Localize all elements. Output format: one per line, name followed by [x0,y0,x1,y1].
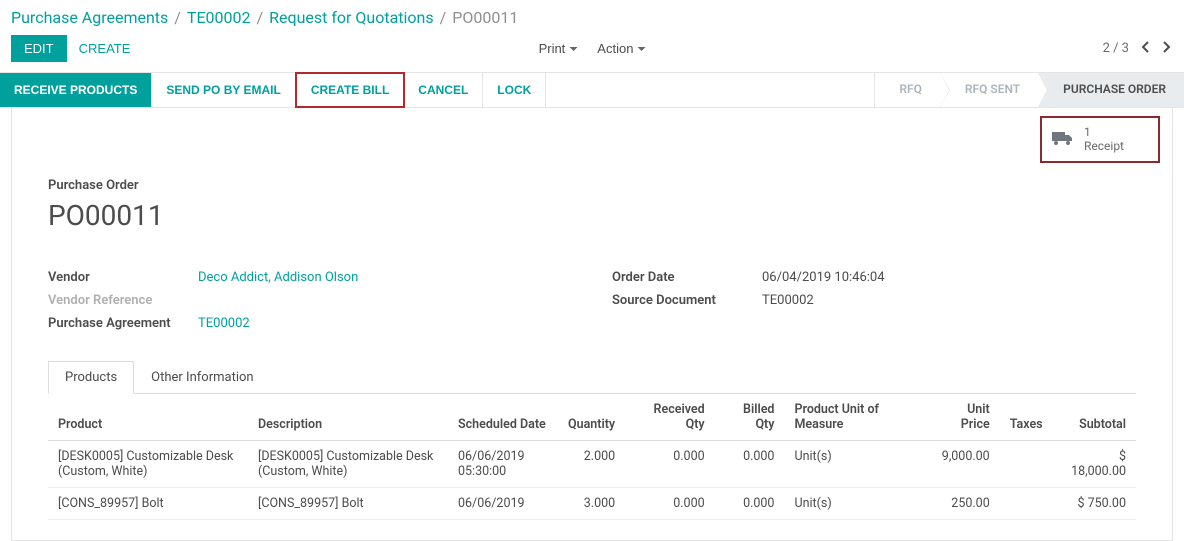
breadcrumb-link[interactable]: Purchase Agreements [11,8,168,27]
cell-subtotal: $ 750.00 [1053,488,1136,520]
lock-button[interactable]: LOCK [483,73,546,107]
cell-uom: Unit(s) [784,488,926,520]
page-title-label: Purchase Order [48,178,1136,193]
cell-quantity: 2.000 [558,441,625,488]
cell-quantity: 3.000 [558,488,625,520]
receipt-stat-button[interactable]: 1 Receipt [1040,116,1160,163]
col-quantity[interactable]: Quantity [558,394,625,441]
cell-description: [DESK0005] Customizable Desk (Custom, Wh… [248,441,448,488]
col-uom[interactable]: Product Unit of Measure [784,394,926,441]
send-po-button[interactable]: SEND PO BY EMAIL [152,73,295,107]
vendor-value[interactable]: Deco Addict, Addison Olson [198,270,358,285]
breadcrumb-sep: / [257,8,264,27]
prev-button[interactable] [1139,39,1151,59]
cell-product: [DESK0005] Customizable Desk (Custom, Wh… [48,441,248,488]
table-header-row: Product Description Scheduled Date Quant… [48,394,1136,441]
caret-down-icon [569,47,577,51]
action-label: Action [597,41,633,56]
cell-subtotal: $ 18,000.00 [1053,441,1136,488]
cell-billed-qty: 0.000 [715,488,785,520]
print-label: Print [539,41,566,56]
order-date-label: Order Date [612,270,762,285]
form-sheet: 1 Receipt Purchase Order PO00011 Vendor … [11,108,1173,541]
col-unit-price[interactable]: Unit Price [926,394,1000,441]
print-dropdown[interactable]: Print [531,36,586,61]
cell-taxes [1000,441,1053,488]
order-date-value: 06/04/2019 10:46:04 [762,270,885,285]
vendor-label: Vendor [48,270,198,285]
breadcrumb-sep: / [174,8,181,27]
control-bar: EDIT CREATE Print Action 2 / 3 [0,29,1184,72]
tab-products[interactable]: Products [48,361,134,394]
next-button[interactable] [1161,39,1173,59]
source-doc-label: Source Document [612,293,762,308]
col-received-qty[interactable]: Received Qty [625,394,714,441]
status-step-po[interactable]: PURCHASE ORDER [1038,73,1184,107]
cell-scheduled-date: 06/06/2019 05:30:00 [448,441,558,488]
cell-scheduled-date: 06/06/2019 [448,488,558,520]
cell-received-qty: 0.000 [625,488,714,520]
create-button[interactable]: CREATE [67,36,143,61]
receive-products-button[interactable]: RECEIVE PRODUCTS [0,73,152,107]
cell-taxes [1000,488,1053,520]
edit-button[interactable]: EDIT [11,35,67,62]
truck-icon [1052,131,1074,147]
col-product[interactable]: Product [48,394,248,441]
create-bill-button[interactable]: CREATE BILL [295,72,405,108]
status-step-rfq[interactable]: RFQ [874,73,940,107]
chevron-right-icon [1163,41,1171,53]
vendor-ref-label: Vendor Reference [48,293,198,308]
action-dropdown[interactable]: Action [589,36,653,61]
breadcrumb-sep: / [440,8,447,27]
page-title: PO00011 [48,199,1136,232]
table-row[interactable]: [DESK0005] Customizable Desk (Custom, Wh… [48,441,1136,488]
col-billed-qty[interactable]: Billed Qty [715,394,785,441]
table-row[interactable]: [CONS_89957] Bolt[CONS_89957] Bolt06/06/… [48,488,1136,520]
chevron-left-icon [1141,41,1149,53]
tabs: Products Other Information [48,361,1136,394]
breadcrumb: Purchase Agreements / TE00002 / Request … [0,0,1184,29]
receipt-count: 1 [1084,125,1124,139]
cell-uom: Unit(s) [784,441,926,488]
cancel-button[interactable]: CANCEL [404,73,483,107]
cell-billed-qty: 0.000 [715,441,785,488]
order-lines-table: Product Description Scheduled Date Quant… [48,394,1136,520]
status-step-rfq-sent[interactable]: RFQ SENT [940,73,1038,107]
purchase-agreement-value[interactable]: TE00002 [198,316,250,331]
col-taxes[interactable]: Taxes [1000,394,1053,441]
col-scheduled-date[interactable]: Scheduled Date [448,394,558,441]
tab-other-information[interactable]: Other Information [134,361,270,394]
pager-text: 2 / 3 [1103,41,1129,56]
purchase-agreement-label: Purchase Agreement [48,316,198,331]
breadcrumb-link[interactable]: Request for Quotations [269,8,434,27]
breadcrumb-current: PO00011 [452,8,518,27]
cell-description: [CONS_89957] Bolt [248,488,448,520]
cell-received-qty: 0.000 [625,441,714,488]
col-subtotal[interactable]: Subtotal [1053,394,1136,441]
cell-unit-price: 250.00 [926,488,1000,520]
caret-down-icon [637,47,645,51]
cell-product: [CONS_89957] Bolt [48,488,248,520]
col-description[interactable]: Description [248,394,448,441]
status-bar: RECEIVE PRODUCTS SEND PO BY EMAIL CREATE… [0,72,1184,108]
cell-unit-price: 9,000.00 [926,441,1000,488]
receipt-label: Receipt [1084,139,1124,153]
source-doc-value: TE00002 [762,293,814,308]
breadcrumb-link[interactable]: TE00002 [187,8,251,27]
